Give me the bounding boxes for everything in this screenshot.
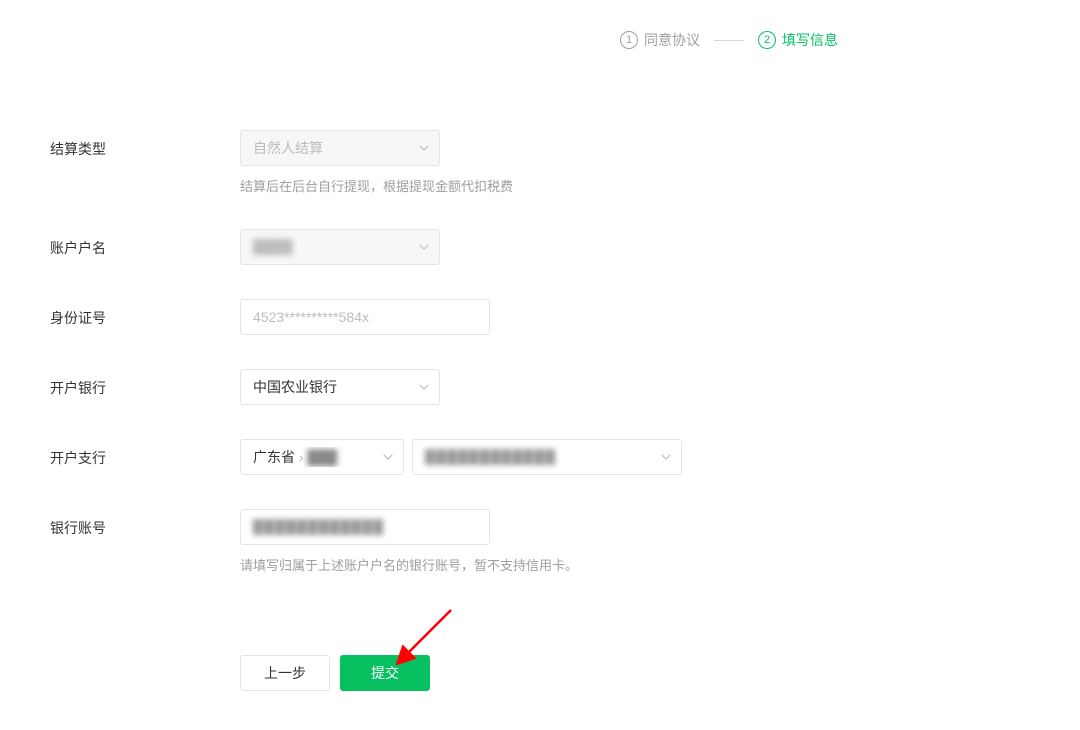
input-bank-account-value: ████████████ xyxy=(253,519,459,535)
chevron-down-icon xyxy=(419,145,429,151)
step-agree-label: 同意协议 xyxy=(644,30,700,50)
row-bank: 开户银行 中国农业银行 xyxy=(50,369,682,405)
progress-steps: 1 同意协议 2 填写信息 xyxy=(620,30,838,50)
region-city: ███ xyxy=(307,449,337,465)
prev-button[interactable]: 上一步 xyxy=(240,655,330,691)
step-fill-info: 2 填写信息 xyxy=(758,30,838,50)
region-separator: › xyxy=(299,450,303,465)
select-settlement-type-value: 自然人结算 xyxy=(253,138,409,158)
chevron-down-icon xyxy=(661,454,671,460)
select-account-name: ████ xyxy=(240,229,440,265)
select-bank-value: 中国农业银行 xyxy=(253,377,409,397)
label-bank-account: 银行账号 xyxy=(50,509,240,538)
settlement-form: 结算类型 自然人结算 结算后在后台自行提现，根据提现金额代扣税费 账户户名 ██… xyxy=(50,130,682,574)
chevron-down-icon xyxy=(383,454,393,460)
label-settlement-type: 结算类型 xyxy=(50,130,240,159)
input-bank-account-wrapper[interactable]: ████████████ xyxy=(240,509,490,545)
step-agree-number: 1 xyxy=(620,31,638,49)
label-account-name: 账户户名 xyxy=(50,229,240,258)
select-region[interactable]: 广东省 › ███ xyxy=(240,439,404,475)
row-account-name: 账户户名 ████ xyxy=(50,229,682,265)
row-settlement-type: 结算类型 自然人结算 结算后在后台自行提现，根据提现金额代扣税费 xyxy=(50,130,682,195)
row-id-number: 身份证号 xyxy=(50,299,682,335)
chevron-down-icon xyxy=(419,244,429,250)
step-agree: 1 同意协议 xyxy=(620,30,700,50)
label-bank: 开户银行 xyxy=(50,369,240,398)
row-branch: 开户支行 广东省 › ███ ████████████ xyxy=(50,439,682,475)
form-actions: 上一步 提交 xyxy=(240,655,430,691)
hint-bank-account: 请填写归属于上述账户户名的银行账号，暂不支持信用卡。 xyxy=(240,555,578,574)
select-settlement-type: 自然人结算 xyxy=(240,130,440,166)
label-id-number: 身份证号 xyxy=(50,299,240,328)
input-id-number[interactable] xyxy=(240,299,490,335)
label-branch: 开户支行 xyxy=(50,439,240,468)
row-bank-account: 银行账号 ████████████ 请填写归属于上述账户户名的银行账号，暂不支持… xyxy=(50,509,682,574)
region-province: 广东省 xyxy=(253,447,295,467)
submit-button[interactable]: 提交 xyxy=(340,655,430,691)
select-bank[interactable]: 中国农业银行 xyxy=(240,369,440,405)
step-divider xyxy=(714,40,744,41)
select-branch[interactable]: ████████████ xyxy=(412,439,682,475)
step-fill-number: 2 xyxy=(758,31,776,49)
select-branch-value: ████████████ xyxy=(425,449,651,465)
chevron-down-icon xyxy=(419,384,429,390)
step-fill-label: 填写信息 xyxy=(782,30,838,50)
select-account-name-value: ████ xyxy=(253,239,409,255)
hint-settlement: 结算后在后台自行提现，根据提现金额代扣税费 xyxy=(240,176,513,195)
